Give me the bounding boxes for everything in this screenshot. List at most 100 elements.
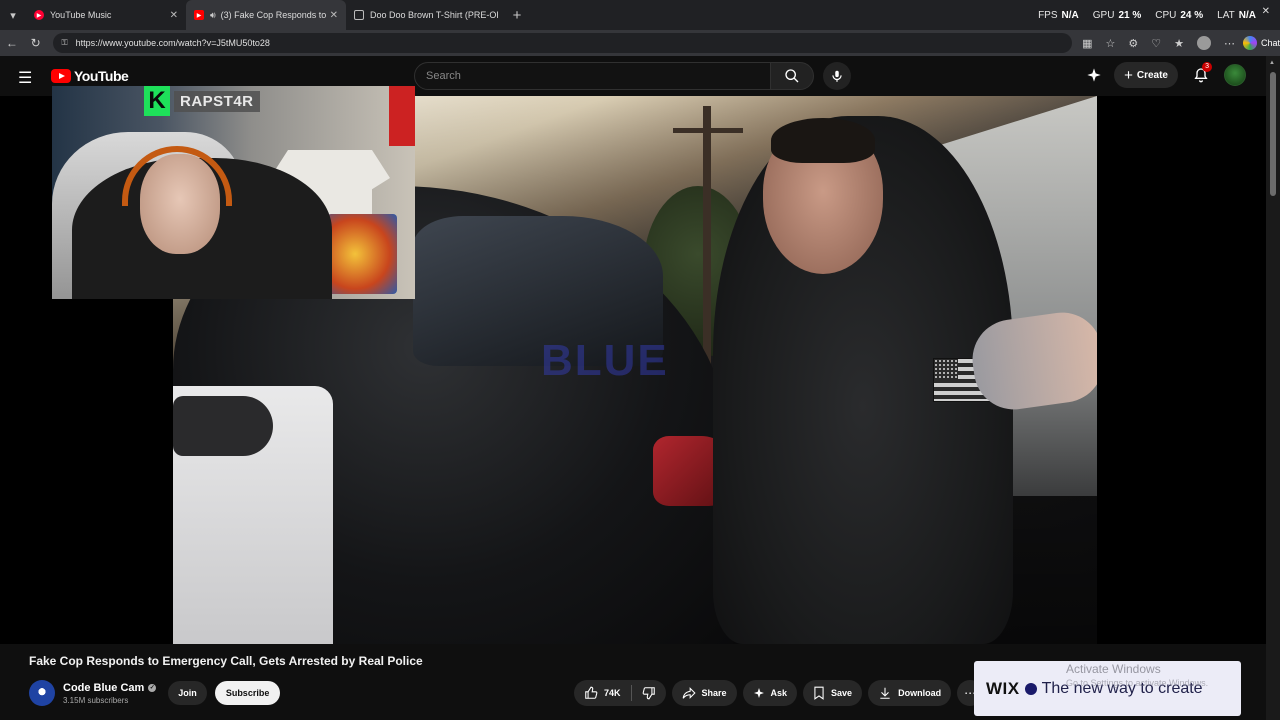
channel-name-wrap[interactable]: Code Blue Cam ✓ [63,682,157,694]
bookmark-icon [814,686,824,700]
create-label: Create [1136,69,1168,81]
webcam-tshirt-art [327,214,397,294]
ad-brand: WIX [986,678,1020,698]
close-tab-icon[interactable]: ✕ [330,10,338,21]
cpu-label: CPU [1155,9,1177,21]
gpu-value: 21 % [1118,9,1142,21]
shop-icon [354,10,364,20]
performance-overlay: FPS N/A GPU 21 % CPU 24 % LAT N/A [1038,0,1256,30]
youtube-icon: ▶ [194,10,204,20]
share-label: Share [701,688,727,698]
lat-value: N/A [1238,9,1256,21]
cpu-value: 24 % [1180,9,1204,21]
site-info-icon[interactable]: ⚿ [61,38,67,48]
ask-label: Ask [770,688,788,698]
like-count: 74K [604,688,621,698]
browser-essentials-icon[interactable]: ♡ [1151,37,1161,50]
download-label: Download [898,688,942,698]
sparkle-icon [1087,68,1101,82]
create-button[interactable]: + Create [1114,62,1178,88]
close-tab-icon[interactable]: ✕ [170,10,178,21]
video-title: Fake Cop Responds to Emergency Call, Get… [29,654,423,668]
activate-windows-title: Activate Windows [1066,662,1161,676]
address-bar[interactable]: ⚿ https://www.youtube.com/watch?v=J5tMU5… [53,33,1073,53]
video-hand [173,396,273,456]
reload-icon[interactable]: ↻ [24,36,48,50]
scrollbar-thumb[interactable] [1270,72,1276,196]
channel-avatar[interactable] [29,680,55,706]
notification-badge: 3 [1202,62,1212,72]
toolbar-icons: ▦ ☆ ⚙ ♡ ★ ⋯ [1082,36,1235,50]
browser-tab-bar: ▾ ▶ YouTube Music ✕ ▶ 🔊︎ (3) Fake Cop Re… [0,0,1280,30]
search-input[interactable]: Search [414,62,771,90]
copilot-chat-button[interactable]: Chat [1242,36,1280,50]
thumbs-up-icon [585,686,598,699]
subscribe-button[interactable]: Subscribe [214,681,281,705]
more-menu-icon[interactable]: ⋯ [1224,37,1235,50]
subscriber-count: 3.15M subscribers [63,695,129,705]
scroll-up-icon[interactable]: ▲ [1269,60,1275,66]
tab-label: Doo Doo Brown T-Shirt (PRE-ORD [370,10,498,20]
new-tab-button[interactable]: + [506,7,528,24]
ask-button[interactable]: Ask [742,680,798,706]
notifications-button[interactable]: 3 [1188,62,1214,88]
save-button[interactable]: Save [803,680,863,706]
youtube-music-icon: ▶ [34,10,44,20]
plus-icon: + [1124,66,1133,84]
url-text: https://www.youtube.com/watch?v=J5tMU50t… [75,38,270,48]
chat-label: Chat [1260,38,1280,48]
reading-mode-icon[interactable]: ▦ [1082,37,1092,50]
search-button[interactable] [770,62,814,90]
profile-avatar[interactable] [1196,36,1211,50]
page-scrollbar[interactable]: ▲ [1266,56,1280,720]
back-icon[interactable]: ← [0,36,24,50]
tab-youtube-music[interactable]: ▶ YouTube Music ✕ [26,0,186,30]
account-avatar[interactable] [1224,64,1246,86]
channel-name[interactable]: Code Blue Cam [63,682,144,694]
window-close-icon[interactable]: ✕ [1262,6,1270,17]
video-officer-hair [771,118,875,163]
share-icon [682,687,696,699]
join-button[interactable]: Join [168,681,207,705]
fps-label: FPS [1038,9,1058,21]
copilot-icon [1242,36,1257,50]
streamer-name: RAPST4R [174,90,260,112]
save-label: Save [831,688,853,698]
webcam-red-box [389,86,415,146]
fps-value: N/A [1061,9,1079,21]
guide-menu-icon[interactable]: ☰ [18,68,32,88]
microphone-icon [832,70,842,82]
dislike-button[interactable] [632,680,666,706]
channel-info: Code Blue Cam ✓ 3.15M subscribers [63,682,157,705]
favorite-star-icon[interactable]: ☆ [1105,37,1115,50]
streamer-webcam: K RAPST4R [52,86,415,299]
download-button[interactable]: Download [868,680,952,706]
kick-logo: K [144,86,170,116]
verified-check-icon: ✓ [148,683,157,692]
thumbs-down-icon [642,687,655,700]
extensions-icon[interactable]: ⚙ [1128,37,1138,50]
browser-toolbar: ← ↻ ⚿ https://www.youtube.com/watch?v=J5… [0,30,1280,56]
gpu-label: GPU [1092,9,1115,21]
activate-windows-subtitle: Go to Settings to activate Windows. [1066,678,1209,688]
channel-row: Code Blue Cam ✓ 3.15M subscribers Join S… [29,678,281,708]
search-icon [785,69,799,83]
voice-search-button[interactable] [823,62,851,90]
video-actions: 74K Share Ask Save Download ⋯ [574,680,984,706]
like-button[interactable]: 74K [574,680,631,706]
like-dislike-group: 74K [574,680,666,706]
ai-sparkle-icon[interactable] [1084,65,1104,85]
tab-list-chevron-icon[interactable]: ▾ [0,0,26,30]
tab-label: (3) Fake Cop Responds to Em [220,10,326,20]
video-pole-crossbar [673,128,743,133]
lat-label: LAT [1217,9,1235,21]
download-icon [880,687,890,699]
share-button[interactable]: Share [671,680,737,706]
youtube-logo[interactable]: YouTube [51,68,129,84]
speaker-icon[interactable]: 🔊︎ [210,10,216,21]
tab-doo-doo-brown-shirt[interactable]: Doo Doo Brown T-Shirt (PRE-ORD [346,0,506,30]
video-overlay-text: BLUE [541,336,669,385]
favorites-icon[interactable]: ★ [1174,37,1184,50]
tab-fake-cop-video[interactable]: ▶ 🔊︎ (3) Fake Cop Responds to Em ✕ [186,0,346,30]
sparkle-icon [753,688,764,698]
